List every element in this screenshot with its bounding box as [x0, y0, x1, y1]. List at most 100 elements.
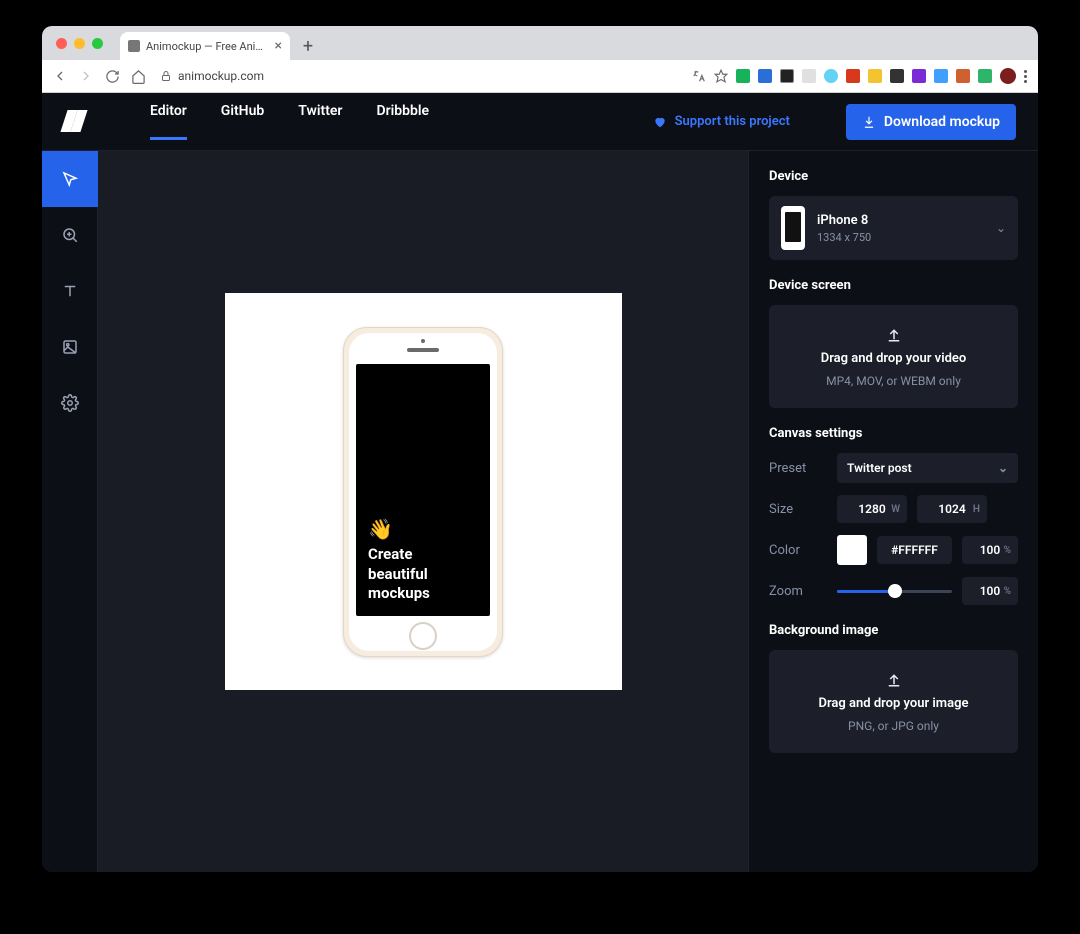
color-hex-input[interactable]: #FFFFFF: [877, 536, 952, 564]
camera-icon: [421, 339, 425, 343]
video-drop-zone[interactable]: Drag and drop your video MP4, MOV, or WE…: [769, 305, 1018, 408]
slider-fill: [837, 590, 895, 593]
chevron-down-icon: ⌄: [996, 221, 1006, 235]
support-link[interactable]: Support this project: [653, 114, 790, 129]
star-icon[interactable]: [714, 69, 728, 83]
nav-dribbble[interactable]: Dribbble: [376, 103, 429, 140]
height-unit: H: [973, 504, 980, 515]
image-tool[interactable]: [42, 319, 98, 375]
support-link-label: Support this project: [675, 114, 790, 129]
new-tab-button[interactable]: +: [296, 34, 320, 58]
close-window-icon[interactable]: [56, 38, 67, 49]
translate-icon[interactable]: [692, 69, 706, 83]
heart-icon: [653, 115, 667, 129]
extension-icon[interactable]: [758, 69, 772, 83]
url-field[interactable]: animockup.com: [160, 69, 264, 83]
color-opacity-input[interactable]: 100 %: [962, 536, 1018, 564]
opacity-value: 100: [980, 543, 1001, 557]
zoom-input[interactable]: 100 %: [962, 577, 1018, 605]
canvas[interactable]: 👋 Create beautiful mockups: [225, 293, 622, 690]
extension-icon[interactable]: [978, 69, 992, 83]
section-heading-bg: Background image: [769, 623, 1018, 638]
extension-icon[interactable]: [868, 69, 882, 83]
height-value: 1024: [938, 502, 965, 516]
main-nav: Editor GitHub Twitter Dribbble: [150, 103, 429, 140]
nav-twitter[interactable]: Twitter: [298, 103, 342, 140]
device-name: iPhone 8: [817, 213, 984, 228]
drop-title: Drag and drop your video: [821, 351, 967, 366]
download-icon: [862, 115, 876, 129]
section-heading-device-screen: Device screen: [769, 278, 1018, 293]
text-tool[interactable]: [42, 263, 98, 319]
extension-icon[interactable]: [846, 69, 860, 83]
extension-icon[interactable]: [912, 69, 926, 83]
screen-text-line: Create: [368, 545, 478, 565]
section-heading-canvas: Canvas settings: [769, 426, 1018, 441]
lock-icon: [160, 70, 172, 82]
minimize-window-icon[interactable]: [74, 38, 85, 49]
settings-tool[interactable]: [42, 375, 98, 431]
profile-avatar[interactable]: [1000, 68, 1016, 84]
nav-editor[interactable]: Editor: [150, 103, 187, 140]
app-logo-icon[interactable]: [64, 110, 84, 134]
section-heading-device: Device: [769, 169, 1018, 184]
height-input[interactable]: 1024 H: [917, 495, 987, 523]
width-value: 1280: [858, 502, 885, 516]
extension-icon[interactable]: [890, 69, 904, 83]
width-unit: W: [891, 504, 900, 515]
reload-icon[interactable]: [104, 68, 120, 84]
browser-window: Animockup — Free Animated Mo × + animock…: [42, 26, 1038, 872]
preset-value: Twitter post: [847, 461, 912, 475]
slider-knob-icon[interactable]: [888, 584, 902, 598]
browser-address-bar: animockup.com: [42, 60, 1038, 93]
favicon-icon: [128, 40, 140, 52]
maximize-window-icon[interactable]: [92, 38, 103, 49]
browser-menu-icon[interactable]: [1024, 70, 1028, 83]
download-button-label: Download mockup: [884, 114, 1000, 130]
window-controls: [56, 38, 103, 49]
extension-icon[interactable]: [956, 69, 970, 83]
size-label: Size: [769, 502, 827, 517]
device-screen[interactable]: 👋 Create beautiful mockups: [356, 364, 490, 616]
device-dimensions: 1334 x 750: [817, 231, 984, 244]
app-header: Editor GitHub Twitter Dribbble Support t…: [42, 93, 1038, 151]
preset-select[interactable]: Twitter post ⌄: [837, 453, 1018, 483]
screen-text-line: mockups: [368, 584, 478, 604]
extension-icon[interactable]: [802, 69, 816, 83]
select-tool[interactable]: [42, 151, 98, 207]
zoom-value: 100: [980, 584, 1001, 598]
home-icon[interactable]: [130, 68, 146, 84]
nav-github[interactable]: GitHub: [221, 103, 264, 140]
extension-icon[interactable]: [824, 69, 838, 83]
zoom-tool[interactable]: [42, 207, 98, 263]
speaker-icon: [407, 348, 439, 352]
close-tab-icon[interactable]: ×: [275, 38, 282, 54]
tool-rail: [42, 151, 98, 872]
width-input[interactable]: 1280 W: [837, 495, 907, 523]
image-icon: [61, 338, 79, 356]
extension-icon[interactable]: [780, 69, 794, 83]
home-button-icon: [409, 622, 437, 650]
device-thumbnail-icon: [781, 206, 805, 250]
app-body: 👋 Create beautiful mockups Device iPhone…: [42, 151, 1038, 872]
image-drop-zone[interactable]: Drag and drop your image PNG, or JPG onl…: [769, 650, 1018, 753]
drop-subtitle: PNG, or JPG only: [848, 719, 939, 733]
color-swatch[interactable]: [837, 535, 867, 565]
zoom-slider[interactable]: [837, 590, 952, 593]
canvas-area[interactable]: 👋 Create beautiful mockups: [98, 151, 748, 872]
browser-tab-active[interactable]: Animockup — Free Animated Mo ×: [120, 32, 290, 60]
browser-tab-strip: Animockup — Free Animated Mo × +: [42, 26, 1038, 60]
forward-icon[interactable]: [78, 68, 94, 84]
screen-emoji: 👋: [368, 517, 478, 541]
device-select[interactable]: iPhone 8 1334 x 750 ⌄: [769, 196, 1018, 260]
preset-label: Preset: [769, 461, 827, 476]
back-icon[interactable]: [52, 68, 68, 84]
download-mockup-button[interactable]: Download mockup: [846, 104, 1016, 140]
device-mockup-iphone8[interactable]: 👋 Create beautiful mockups: [343, 327, 503, 657]
extension-icon[interactable]: [736, 69, 750, 83]
extension-icon[interactable]: [934, 69, 948, 83]
gear-icon: [61, 394, 79, 412]
properties-panel: Device iPhone 8 1334 x 750 ⌄ Device scre…: [748, 151, 1038, 872]
drop-subtitle: MP4, MOV, or WEBM only: [826, 374, 961, 388]
text-icon: [61, 282, 79, 300]
